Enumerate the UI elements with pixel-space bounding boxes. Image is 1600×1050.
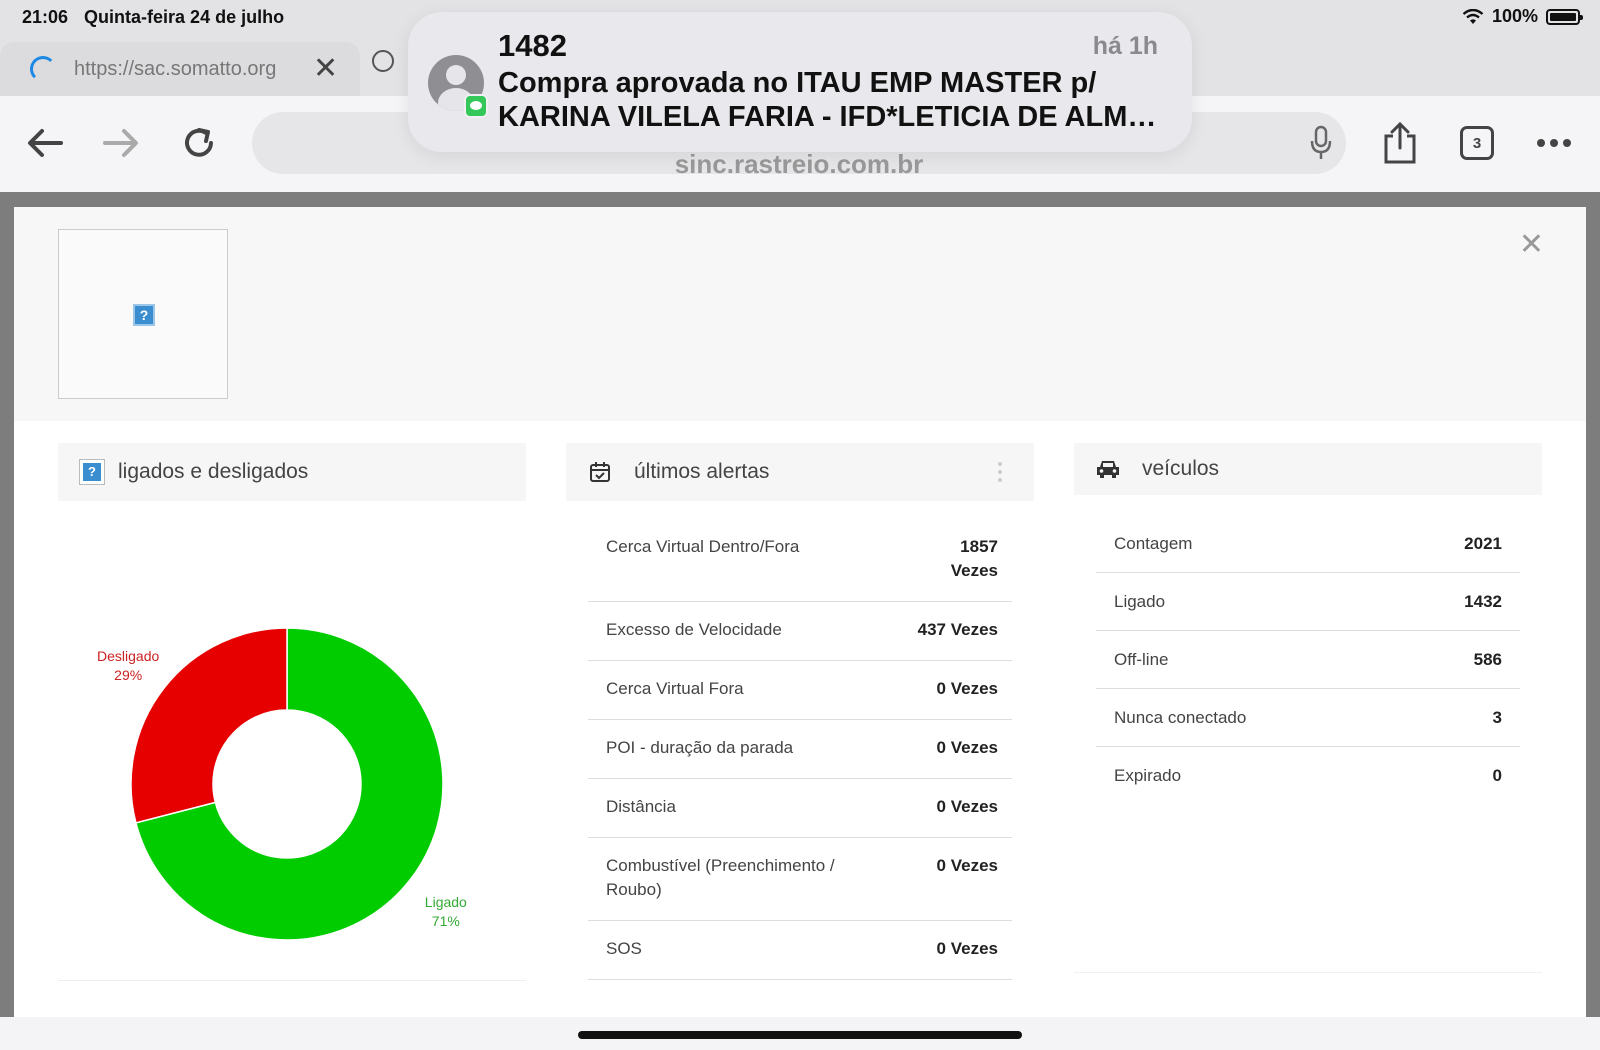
alert-value: 0 Vezes (936, 939, 998, 958)
list-item: POI - duração da parada 0 Vezes (588, 720, 1012, 779)
status-panel-title: ligados e desligados (118, 460, 309, 483)
tabs-count: 3 (1472, 134, 1482, 152)
alert-value: 0 Vezes (936, 738, 998, 757)
alert-label: Excesso de Velocidade (606, 620, 782, 639)
tabs-button[interactable]: 3 (1454, 120, 1500, 166)
car-icon (1094, 455, 1122, 483)
loading-spinner-icon (30, 56, 56, 82)
table-row: Nunca conectado 3 (1096, 689, 1520, 747)
alert-value: 0 Vezes (936, 856, 998, 875)
vehicle-stat-value: 586 (1473, 649, 1502, 669)
vehicle-stat-label: Nunca conectado (1114, 707, 1247, 727)
arrow-left-icon (28, 129, 63, 157)
back-button[interactable] (22, 120, 68, 166)
alert-label: Distância (606, 797, 676, 816)
vehicle-stat-value: 0 (1492, 766, 1502, 785)
alert-value: 0 Vezes (936, 797, 998, 816)
modal-header: ? ✕ (14, 207, 1586, 421)
battery-icon (1546, 8, 1583, 25)
alerts-list: Cerca Virtual Dentro/Fora 1857 Vezes Exc… (566, 501, 1034, 980)
more-dots-icon (1537, 139, 1571, 147)
microphone-icon (1310, 125, 1332, 159)
table-row: Ligado 1432 (1096, 573, 1520, 631)
battery-percent: 100% (1491, 6, 1538, 26)
more-button[interactable] (1531, 120, 1577, 166)
notification-title: 1482 (498, 28, 567, 63)
notification-time: há 1h (1092, 32, 1158, 60)
table-row: Off-line 586 (1096, 631, 1520, 689)
tab-globe-icon[interactable] (372, 50, 394, 72)
vehicles-panel-title: veículos (1142, 457, 1220, 480)
messages-app-icon (464, 94, 488, 118)
vehicle-stat-label: Off-line (1114, 649, 1169, 669)
table-row: Contagem 2021 (1096, 495, 1520, 573)
alert-value: 437 Vezes (917, 620, 998, 639)
vehicle-stat-value: 2021 (1464, 533, 1502, 553)
donut-label-desligado: Desligado (97, 648, 159, 664)
vehicle-stat-value: 1432 (1464, 591, 1502, 611)
table-row: Expirado 0 (1096, 747, 1520, 805)
notification-message: Compra aprovada no ITAU EMP MASTER p/ KA… (498, 66, 1158, 134)
wifi-icon (1462, 8, 1484, 24)
list-item: Cerca Virtual Fora 0 Vezes (588, 661, 1012, 720)
tab-url: https://sac.somatto.org (74, 57, 277, 80)
share-button[interactable] (1377, 120, 1423, 166)
logo-image-placeholder: ? (58, 229, 228, 399)
vehicle-stat-label: Expirado (1114, 766, 1182, 785)
alert-label: SOS (606, 939, 642, 958)
notification-banner[interactable]: 1482 há 1h Compra aprovada no ITAU EMP M… (408, 12, 1192, 152)
list-item: Distância 0 Vezes (588, 779, 1012, 838)
list-item: Excesso de Velocidade 437 Vezes (588, 602, 1012, 661)
status-panel-header: ? ligados e desligados (58, 443, 526, 501)
kebab-menu-icon[interactable] (998, 461, 1002, 483)
microphone-button[interactable] (1298, 120, 1344, 166)
donut-svg: Ligado 71% Desligado 29% (97, 627, 467, 941)
share-icon (1384, 122, 1416, 164)
tab-close-icon[interactable]: ✕ (313, 54, 338, 84)
status-right: 100% (1462, 6, 1583, 27)
vehicle-stat-label: Contagem (1114, 533, 1193, 553)
vehicle-stat-label: Ligado (1114, 591, 1166, 611)
status-donut-chart: Ligado 71% Desligado 29% (58, 501, 526, 981)
vehicles-list: Contagem 2021 Ligado 1432 Off-line 586 N… (1074, 495, 1542, 973)
list-item: Combustível (Preenchimento / Roubo) 0 Ve… (588, 838, 1012, 921)
vehicles-panel: veículos Contagem 2021 Ligado 1432 Off-l… (1074, 443, 1542, 973)
home-indicator[interactable] (578, 1031, 1022, 1039)
broken-image-icon: ? (133, 304, 155, 326)
modal-close-icon[interactable]: ✕ (1519, 227, 1544, 262)
url-domain: sinc.rastreio.com.br (674, 149, 924, 174)
reload-icon (185, 128, 213, 157)
status-panel: ? ligados e desligados Ligado 71% Desligad… (58, 443, 526, 981)
notification-line-2: KARINA VILELA FARIA - IFD*LETICIA DE ALM… (498, 101, 1158, 133)
list-item: Cerca Virtual Dentro/Fora 1857 Vezes (588, 501, 1012, 602)
arrow-right-icon (103, 129, 138, 157)
alert-label: Cerca Virtual Fora (606, 679, 744, 698)
list-item: SOS 0 Vezes (588, 921, 1012, 980)
broken-image-icon: ? (78, 458, 106, 486)
dashboard-modal: ? ✕ ? ligados e desligados Ligado 71% Desl… (14, 207, 1586, 1017)
reload-button[interactable] (176, 120, 222, 166)
calendar-check-icon (586, 458, 614, 486)
status-date: Quinta-feira 24 de julho (84, 6, 285, 27)
battery-fill (1550, 12, 1576, 21)
alert-value: 0 Vezes (936, 679, 998, 698)
vehicle-stat-value: 3 (1492, 707, 1502, 727)
donut-percent-desligado: 29% (114, 667, 142, 683)
alerts-panel: últimos alertas Cerca Virtual Dentro/For… (566, 443, 1034, 980)
alerts-panel-title: últimos alertas (634, 460, 770, 483)
alerts-panel-header: últimos alertas (566, 443, 1034, 501)
vehicles-panel-header: veículos (1074, 443, 1542, 495)
tabs-count-icon: 3 (1460, 126, 1494, 160)
forward-button[interactable] (98, 120, 144, 166)
alert-value: 1857 Vezes (950, 537, 998, 580)
tab-active[interactable]: https://sac.somatto.org ✕ (0, 42, 360, 96)
status-time: 21:06 (22, 6, 69, 27)
alert-label: Cerca Virtual Dentro/Fora (606, 537, 800, 556)
donut-label-ligado: Ligado (425, 894, 467, 910)
donut-percent-ligado: 71% (432, 913, 460, 929)
notification-line-1: Compra aprovada no ITAU EMP MASTER p/ (498, 67, 1097, 99)
alert-label: Combustível (Preenchimento / Roubo) (606, 856, 835, 899)
alert-label: POI - duração da parada (606, 738, 794, 757)
